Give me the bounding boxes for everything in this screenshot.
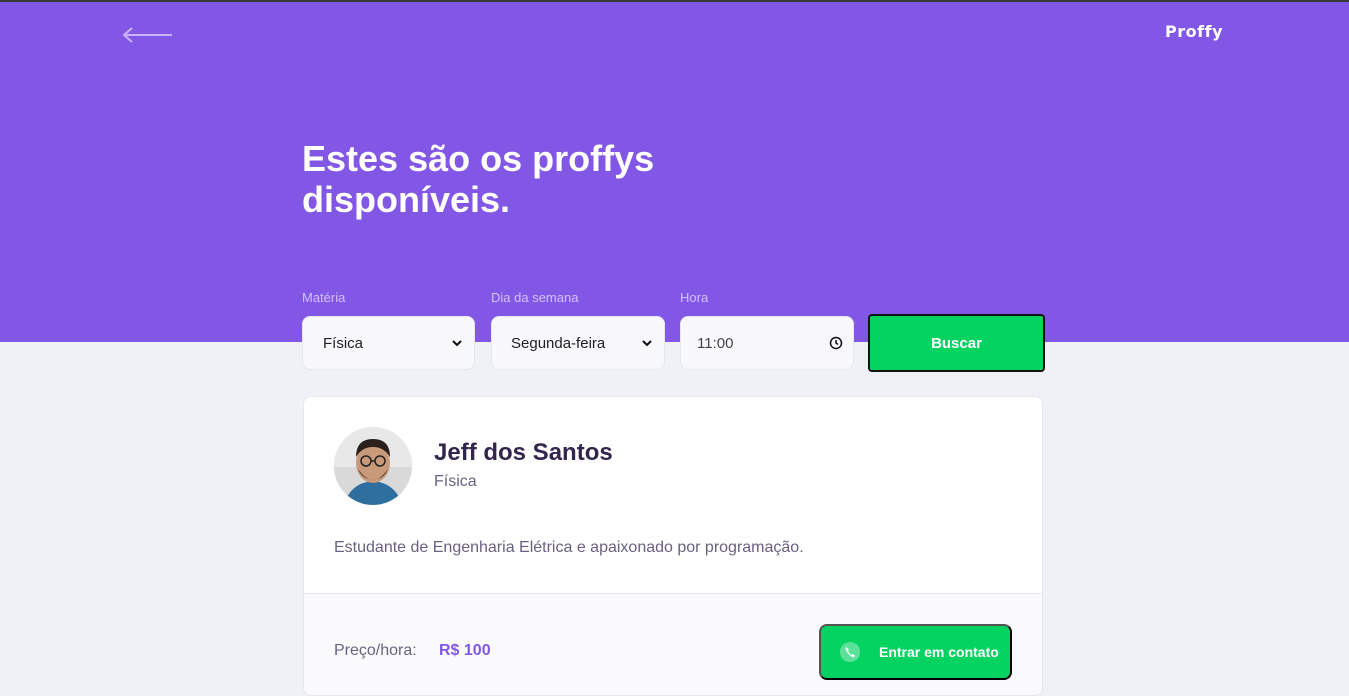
time-label: Hora	[680, 290, 709, 305]
subject-field: Matéria Física	[302, 290, 475, 370]
price-value: R$ 100	[439, 642, 491, 659]
whatsapp-icon	[839, 641, 861, 663]
weekday-label: Dia da semana	[491, 290, 579, 305]
avatar	[334, 427, 412, 505]
teacher-bio: Estudante de Engenharia Elétrica e apaix…	[334, 539, 804, 556]
teacher-card-footer: Preço/hora: R$ 100 Entrar em contato	[304, 593, 1042, 695]
arrow-left-icon	[122, 27, 172, 43]
subject-label: Matéria	[302, 290, 346, 305]
chevron-down-icon	[642, 340, 652, 347]
weekday-select-value: Segunda-feira	[511, 334, 606, 352]
search-filters-form: Matéria Física Dia da semana Segunda-fei…	[302, 290, 1045, 372]
time-input[interactable]: 11:00	[680, 316, 854, 370]
contact-button-label: Entrar em contato	[879, 644, 999, 660]
time-field: Hora 11:00	[680, 290, 854, 370]
chevron-down-icon	[452, 340, 462, 347]
teacher-card: Jeff dos Santos Física Estudante de Enge…	[303, 396, 1043, 696]
subject-select-value: Física	[323, 334, 364, 352]
logo: Proffy	[1165, 22, 1223, 41]
teacher-name: Jeff dos Santos	[434, 439, 613, 466]
weekday-field: Dia da semana Segunda-feira	[491, 290, 665, 370]
price-label: Preço/hora:	[334, 642, 417, 659]
clock-icon[interactable]	[829, 336, 843, 350]
weekday-select[interactable]: Segunda-feira	[491, 316, 665, 370]
time-input-value: 11:00	[697, 334, 734, 352]
search-button[interactable]: Buscar	[868, 314, 1045, 372]
back-button[interactable]	[122, 24, 174, 46]
page-title: Estes são os proffys disponíveis.	[302, 138, 655, 220]
subject-select[interactable]: Física	[302, 316, 475, 370]
contact-button[interactable]: Entrar em contato	[819, 624, 1012, 680]
teacher-subject: Física	[434, 473, 477, 490]
